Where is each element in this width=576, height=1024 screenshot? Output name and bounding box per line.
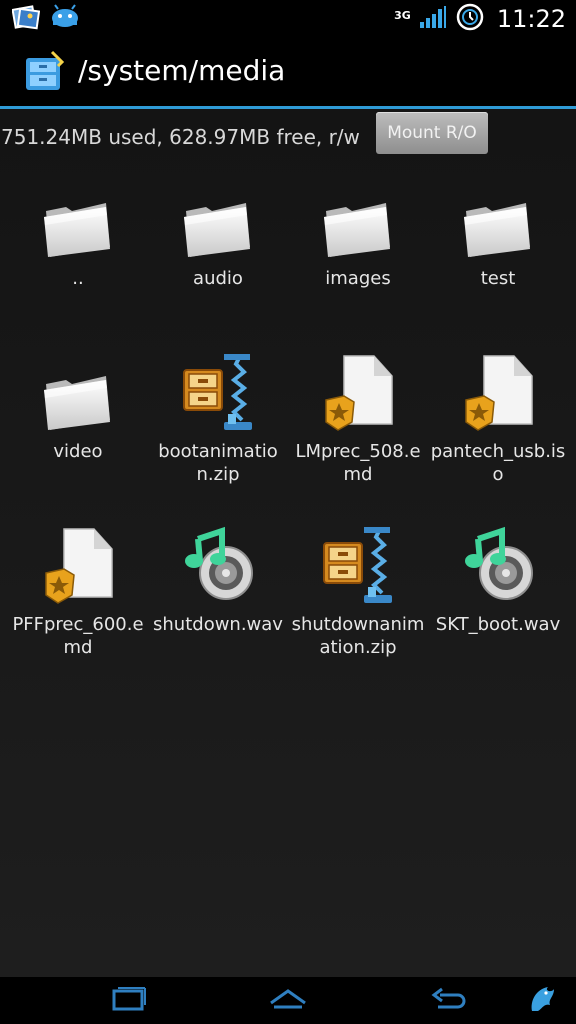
file-grid: .. audio images test video bootanimation.zip L… xyxy=(8,173,568,692)
document-badge-icon xyxy=(38,525,118,605)
signal-strength-icon xyxy=(419,5,447,33)
file-name-label: SKT_boot.wav xyxy=(435,614,561,635)
dragon-logo-icon[interactable] xyxy=(526,983,558,1019)
file-item[interactable]: LMprec_508.emd xyxy=(288,346,428,519)
storage-info-bar: 751.24MB used, 628.97MB free, r/w Mount … xyxy=(0,109,576,165)
file-item[interactable]: shutdownanimation.zip xyxy=(288,519,428,692)
document-badge-icon xyxy=(318,352,398,432)
file-name-label: images xyxy=(325,268,391,289)
storage-usage-text: 751.24MB used, 628.97MB free, r/w xyxy=(1,125,360,149)
folder-icon xyxy=(38,352,118,432)
navigation-bar xyxy=(0,977,576,1024)
android-notification-icon xyxy=(50,4,80,34)
network-type-label: 3G xyxy=(394,8,411,22)
file-manager-app-icon[interactable] xyxy=(22,50,66,98)
file-name-label: shutdown.wav xyxy=(153,614,283,635)
file-item[interactable]: .. xyxy=(8,173,148,346)
file-item[interactable]: shutdown.wav xyxy=(148,519,288,692)
file-item[interactable]: audio xyxy=(148,173,288,346)
file-name-label: test xyxy=(480,268,516,289)
file-item[interactable]: images xyxy=(288,173,428,346)
mount-ro-button[interactable]: Mount R/O xyxy=(376,112,488,154)
back-icon[interactable] xyxy=(430,985,468,1017)
gallery-notification-icon xyxy=(11,4,41,34)
file-name-label: bootanimation.zip xyxy=(158,441,278,485)
file-name-label: audio xyxy=(193,268,243,289)
file-name-label: LMprec_508.emd xyxy=(295,441,421,485)
action-bar: /system/media xyxy=(0,36,576,106)
file-browser: 751.24MB used, 628.97MB free, r/w Mount … xyxy=(0,109,576,977)
file-name-label: shutdownanimation.zip xyxy=(291,614,425,658)
document-badge-icon xyxy=(458,352,538,432)
file-item[interactable]: pantech_usb.iso xyxy=(428,346,568,519)
recent-apps-icon[interactable] xyxy=(110,985,148,1017)
music-note-icon xyxy=(458,525,538,605)
file-name-label: pantech_usb.iso xyxy=(430,441,566,485)
status-bar: 3G 11:22 xyxy=(0,0,576,36)
file-name-label: video xyxy=(53,441,103,462)
file-item[interactable]: SKT_boot.wav xyxy=(428,519,568,692)
folder-icon xyxy=(318,179,398,259)
file-item[interactable]: PFFprec_600.emd xyxy=(8,519,148,692)
home-icon[interactable] xyxy=(268,985,308,1017)
status-clock: 11:22 xyxy=(496,5,566,33)
file-item[interactable]: bootanimation.zip xyxy=(148,346,288,519)
current-path-title: /system/media xyxy=(78,54,286,87)
file-name-label: .. xyxy=(72,268,84,289)
zip-archive-icon xyxy=(318,525,398,605)
folder-icon xyxy=(38,179,118,259)
sync-clock-icon xyxy=(455,2,485,36)
music-note-icon xyxy=(178,525,258,605)
file-item[interactable]: video xyxy=(8,346,148,519)
folder-icon xyxy=(178,179,258,259)
file-name-label: PFFprec_600.emd xyxy=(12,614,144,658)
folder-icon xyxy=(458,179,538,259)
zip-archive-icon xyxy=(178,352,258,432)
file-item[interactable]: test xyxy=(428,173,568,346)
